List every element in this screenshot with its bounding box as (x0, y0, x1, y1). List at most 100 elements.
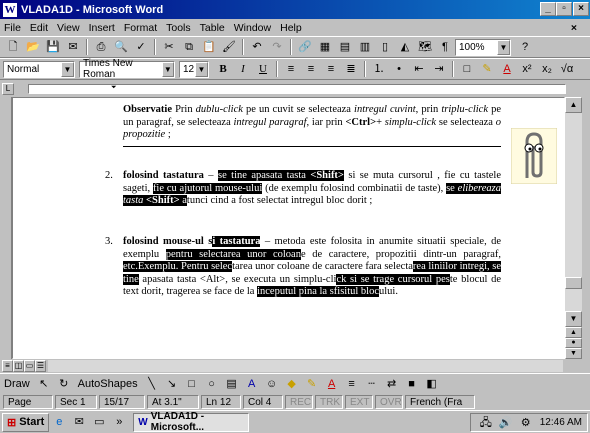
previous-page-icon[interactable]: ▲ (565, 327, 582, 338)
insert-table-icon[interactable]: ▤ (337, 39, 353, 55)
scroll-up-icon[interactable]: ▲ (565, 97, 582, 113)
chevron-down-icon[interactable]: ▼ (61, 61, 74, 77)
clip-art-icon[interactable]: ☺ (264, 376, 280, 392)
align-center-icon[interactable]: ≡ (303, 61, 319, 77)
free-rotate-icon[interactable]: ↻ (56, 376, 72, 392)
print-layout-icon[interactable]: ▭ (24, 360, 35, 372)
status-trk[interactable]: TRK (315, 394, 343, 409)
numbering-icon[interactable]: ⒈ (371, 61, 387, 77)
text-box-icon[interactable]: ▤ (224, 376, 240, 392)
chevron-down-icon[interactable]: ▼ (195, 61, 208, 77)
vertical-scrollbar[interactable]: ▲ ▼ ▲ ● ▼ (565, 97, 582, 359)
decrease-indent-icon[interactable]: ⇤ (411, 61, 427, 77)
shadow-icon[interactable]: ■ (404, 376, 420, 392)
tray-icon[interactable]: ⚙ (518, 415, 534, 431)
columns-icon[interactable]: ▯ (377, 39, 393, 55)
ruler-indent-marker[interactable]: ⏷ (111, 84, 117, 92)
equation-icon[interactable]: √α (559, 61, 575, 77)
maximize-button[interactable]: ▫ (556, 2, 572, 16)
scroll-down-icon[interactable]: ▼ (565, 311, 582, 327)
menu-tools[interactable]: Tools (166, 22, 191, 34)
document-page[interactable]: Observatie Prin dublu-click pe un cuvit … (12, 97, 565, 359)
arrow-icon[interactable]: ↘ (164, 376, 180, 392)
justify-icon[interactable]: ≣ (343, 61, 359, 77)
doc-close-icon[interactable]: × (571, 22, 577, 34)
align-left-icon[interactable]: ≡ (283, 61, 299, 77)
font-select[interactable]: Times New Roman ▼ (79, 58, 175, 80)
chevron-down-icon[interactable]: ▼ (497, 39, 510, 55)
bold-button[interactable]: B (215, 61, 231, 77)
paste-icon[interactable]: 📋 (201, 39, 217, 55)
style-select[interactable]: Normal ▼ (3, 60, 75, 78)
3d-icon[interactable]: ◧ (424, 376, 440, 392)
align-right-icon[interactable]: ≡ (323, 61, 339, 77)
redo-icon[interactable]: ↷ (269, 39, 285, 55)
tab-selector-icon[interactable]: L (2, 83, 14, 95)
print-icon[interactable]: ⎙ (93, 39, 109, 55)
scroll-thumb[interactable] (565, 277, 582, 289)
arrow-style-icon[interactable]: ⇄ (384, 376, 400, 392)
underline-button[interactable]: U (255, 61, 271, 77)
show-hide-icon[interactable]: ¶ (437, 39, 453, 55)
quick-launch-desktop-icon[interactable]: ▭ (91, 414, 107, 430)
volume-icon[interactable]: 🔊 (498, 415, 514, 431)
status-language[interactable]: French (Fra (405, 394, 475, 409)
taskbar-word-button[interactable]: W VLADA1D - Microsoft... (133, 411, 250, 433)
menu-table[interactable]: Table (200, 22, 225, 34)
highlight-icon[interactable]: ✎ (479, 61, 495, 77)
line-color-icon[interactable]: ✎ (304, 376, 320, 392)
chevron-down-icon[interactable]: ▼ (161, 61, 174, 77)
border-icon[interactable]: □ (459, 61, 475, 77)
spelling-icon[interactable]: ✓ (133, 39, 149, 55)
font-color-icon[interactable]: A (499, 61, 515, 77)
bullets-icon[interactable]: • (391, 61, 407, 77)
font-color-draw-icon[interactable]: A (324, 376, 340, 392)
quick-launch-ie-icon[interactable]: e (51, 414, 67, 430)
vertical-ruler[interactable] (0, 97, 12, 359)
horizontal-ruler[interactable]: L ⏷ (0, 81, 590, 97)
quick-launch-outlook-icon[interactable]: ✉ (71, 414, 87, 430)
line-icon[interactable]: ╲ (144, 376, 160, 392)
dash-style-icon[interactable]: ┄ (364, 376, 380, 392)
menu-insert[interactable]: Insert (89, 22, 115, 34)
help-icon[interactable]: ? (517, 39, 533, 55)
increase-indent-icon[interactable]: ⇥ (431, 61, 447, 77)
select-objects-icon[interactable]: ↖ (36, 376, 52, 392)
undo-icon[interactable]: ↶ (249, 39, 265, 55)
font-size-select[interactable]: 12 ▼ (179, 60, 209, 78)
hyperlink-icon[interactable]: 🔗 (297, 39, 313, 55)
copy-icon[interactable]: ⧉ (181, 39, 197, 55)
status-ext[interactable]: EXT (345, 394, 373, 409)
document-map-icon[interactable]: 🗺 (417, 39, 433, 55)
subscript-icon[interactable]: x₂ (539, 61, 555, 77)
fill-color-icon[interactable]: ◆ (284, 376, 300, 392)
wordart-icon[interactable]: A (244, 376, 260, 392)
drawing-icon[interactable]: ◭ (397, 39, 413, 55)
menu-window[interactable]: Window (234, 22, 271, 34)
ruler-track[interactable]: ⏷ (28, 84, 566, 94)
italic-button[interactable]: I (235, 61, 251, 77)
zoom-select[interactable]: 100% ▼ (455, 38, 511, 56)
email-icon[interactable]: ✉ (65, 39, 81, 55)
minimize-button[interactable]: _ (540, 2, 556, 16)
print-preview-icon[interactable]: 🔍 (113, 39, 129, 55)
cut-icon[interactable]: ✂ (161, 39, 177, 55)
menu-format[interactable]: Format (124, 22, 157, 34)
oval-icon[interactable]: ○ (204, 376, 220, 392)
close-button[interactable]: × (573, 2, 589, 16)
status-rec[interactable]: REC (285, 394, 313, 409)
menu-edit[interactable]: Edit (30, 22, 48, 34)
tray-icon[interactable]: 🖧 (478, 415, 494, 431)
normal-view-icon[interactable]: ≡ (2, 360, 13, 372)
rectangle-icon[interactable]: □ (184, 376, 200, 392)
tables-borders-icon[interactable]: ▦ (317, 39, 333, 55)
start-button[interactable]: ⊞ Start (2, 412, 50, 432)
save-icon[interactable]: 💾 (45, 39, 61, 55)
menu-view[interactable]: View (57, 22, 80, 34)
insert-excel-icon[interactable]: ▥ (357, 39, 373, 55)
web-layout-icon[interactable]: ◫ (13, 360, 24, 372)
next-page-icon[interactable]: ▼ (565, 348, 582, 359)
outline-view-icon[interactable]: ☰ (35, 360, 46, 372)
open-folder-icon[interactable]: 📂 (25, 39, 41, 55)
new-document-icon[interactable]: 🗋 (5, 39, 21, 55)
